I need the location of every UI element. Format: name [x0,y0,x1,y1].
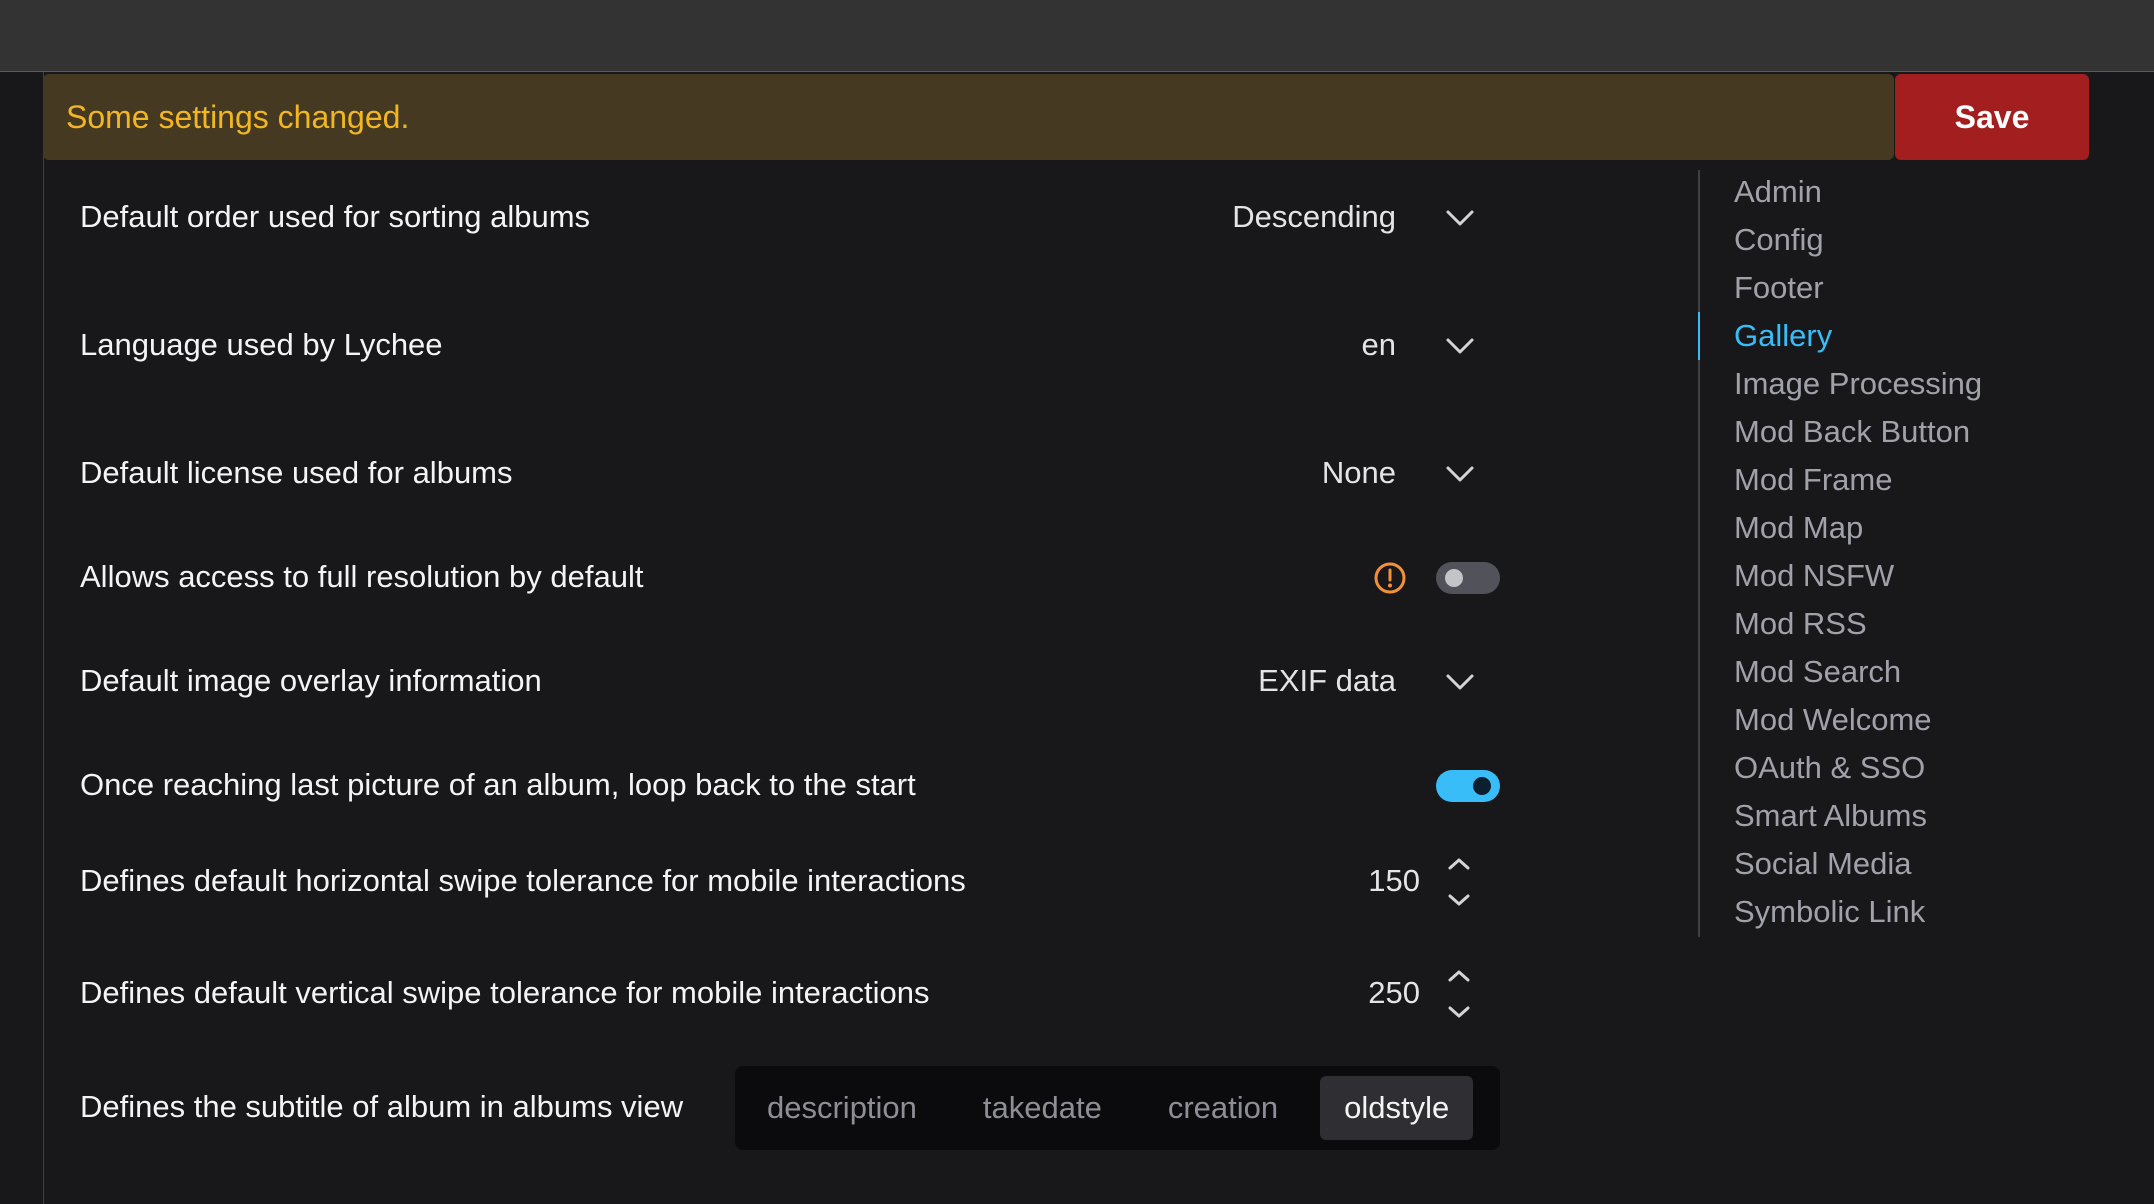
chevron-up-icon [1448,858,1470,870]
horizontal-swipe-input[interactable]: 150 [1368,863,1420,899]
sidenav-item-social-media[interactable]: Social Media [1734,846,1911,882]
settings-sidenav: Admin Config Footer Gallery Image Proces… [1698,170,2118,937]
sidenav-item-image-processing[interactable]: Image Processing [1734,366,1982,402]
sidenav-item-gallery[interactable]: Gallery [1734,318,1832,354]
save-button[interactable]: Save [1895,74,2089,160]
subtitle-label: Defines the subtitle of album in albums … [80,1089,684,1124]
license-select[interactable]: None [1322,455,1396,491]
full-resolution-toggle[interactable] [1436,562,1500,594]
sidenav-item-config[interactable]: Config [1734,222,1824,258]
changes-banner: Some settings changed. [43,74,1894,160]
sort-order-label: Default order used for sorting albums [80,199,591,234]
sidenav-item-footer[interactable]: Footer [1734,270,1824,306]
sidenav-item-mod-nsfw[interactable]: Mod NSFW [1734,558,1894,594]
chevron-down-icon [1448,1006,1470,1018]
full-resolution-label: Allows access to full resolution by defa… [80,559,644,594]
subtitle-option-takedate[interactable]: takedate [959,1076,1126,1140]
sidenav-item-mod-map[interactable]: Mod Map [1734,510,1863,546]
sidenav-item-mod-rss[interactable]: Mod RSS [1734,606,1867,642]
loop-label: Once reaching last picture of an album, … [80,767,916,802]
sidenav-item-smart-albums[interactable]: Smart Albums [1734,798,1927,834]
license-label: Default license used for albums [80,455,513,490]
horizontal-swipe-stepper[interactable] [1446,852,1472,912]
sidenav-item-symbolic-link[interactable]: Symbolic Link [1734,894,1925,930]
subtitle-option-creation[interactable]: creation [1144,1076,1302,1140]
sidenav-item-mod-frame[interactable]: Mod Frame [1734,462,1892,498]
vertical-swipe-stepper[interactable] [1446,964,1472,1024]
language-select[interactable]: en [1362,327,1396,363]
chevron-down-icon[interactable] [1444,208,1476,228]
sidenav-item-mod-search[interactable]: Mod Search [1734,654,1901,690]
vertical-swipe-label: Defines default vertical swipe tolerance… [80,975,930,1010]
sort-order-select[interactable]: Descending [1232,199,1396,235]
sidenav-item-admin[interactable]: Admin [1734,174,1822,210]
subtitle-option-oldstyle[interactable]: oldstyle [1320,1076,1474,1140]
chevron-down-icon[interactable] [1444,464,1476,484]
subtitle-option-description[interactable]: description [743,1076,941,1140]
warning-circle-icon [1374,562,1406,594]
top-bar [0,0,2154,72]
vertical-swipe-input[interactable]: 250 [1368,975,1420,1011]
changes-message: Some settings changed. [66,98,410,135]
chevron-down-icon[interactable] [1444,672,1476,692]
sidenav-item-mod-welcome[interactable]: Mod Welcome [1734,702,1932,738]
chevron-up-icon [1448,970,1470,982]
subtitle-selector: description takedate creation oldstyle [735,1066,1500,1150]
chevron-down-icon [1448,894,1470,906]
toggle-knob [1445,569,1463,587]
overlay-label: Default image overlay information [80,663,542,698]
sidenav-item-mod-back-button[interactable]: Mod Back Button [1734,414,1970,450]
loop-toggle[interactable] [1436,770,1500,802]
toggle-knob [1473,777,1491,795]
chevron-down-icon[interactable] [1444,336,1476,356]
horizontal-swipe-label: Defines default horizontal swipe toleran… [80,863,966,898]
language-label: Language used by Lychee [80,327,443,362]
overlay-select[interactable]: EXIF data [1258,663,1396,699]
sidenav-item-oauth-sso[interactable]: OAuth & SSO [1734,750,1925,786]
active-indicator [1698,312,1700,360]
